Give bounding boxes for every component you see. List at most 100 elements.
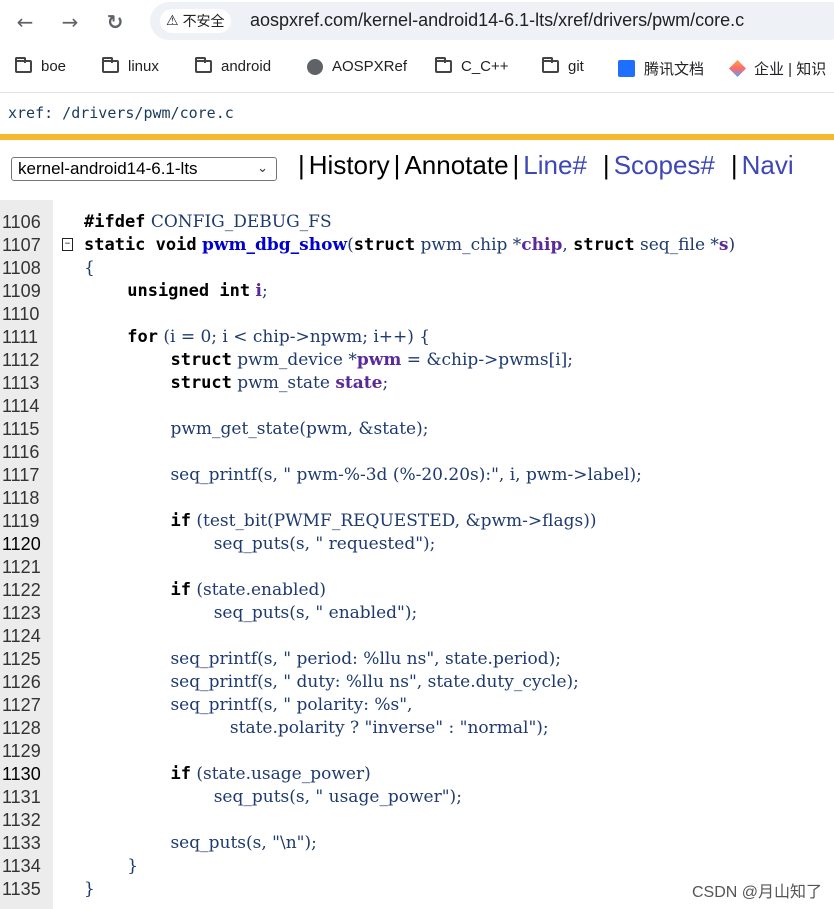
line-number-link[interactable]: 1135	[2, 878, 46, 901]
bookmark-label: git	[568, 58, 584, 75]
bookmark-linux[interactable]: linux	[102, 57, 159, 75]
security-indicator[interactable]: ⚠ 不安全	[160, 9, 231, 33]
line-number-link[interactable]: 1134	[2, 855, 46, 878]
code-text: struct pwm_device *pwm = &chip->pwms[i];	[170, 350, 574, 370]
line-number-link[interactable]: 1111	[2, 326, 46, 349]
history-link[interactable]: History	[309, 150, 390, 180]
code-line: 1114	[0, 395, 834, 418]
code-text: }	[84, 879, 95, 899]
line-number-link[interactable]: 1110	[2, 303, 46, 326]
code-line: 1133 seq_puts(s, "\n");	[0, 832, 834, 855]
back-button[interactable]: ←	[11, 8, 39, 36]
arrow-right-icon: →	[61, 10, 79, 34]
line-number-link[interactable]: 1132	[2, 809, 46, 832]
code-text: struct pwm_state state;	[170, 373, 389, 393]
code-line: 1113 struct pwm_state state;	[0, 372, 834, 395]
code-text: seq_puts(s, " usage_power");	[84, 787, 462, 807]
code-line: 1123 seq_puts(s, " enabled");	[0, 602, 834, 625]
scopes-link[interactable]: Scopes#	[614, 150, 715, 180]
fold-toggle-icon[interactable]: −	[62, 238, 73, 251]
url-text[interactable]: aospxref.com/kernel-android14-6.1-lts/xr…	[250, 10, 744, 31]
line-number-link[interactable]: 1126	[2, 671, 46, 694]
chevron-down-icon: ⌄	[257, 161, 268, 176]
line-number-link[interactable]: 1118	[2, 487, 46, 510]
code-text: state.polarity ? "inverse" : "normal");	[84, 718, 549, 738]
separator: |	[602, 150, 610, 180]
code-text: if (state.usage_power)	[170, 764, 371, 784]
line-number-link[interactable]: 1107	[2, 234, 46, 257]
line-number-link[interactable]: 1114	[2, 395, 46, 418]
xref-breadcrumb: xref: /drivers/pwm/core.c	[8, 104, 234, 122]
line-number-link[interactable]: 1131	[2, 786, 46, 809]
bookmark-git[interactable]: git	[542, 57, 584, 75]
toolbar-links: | History | Annotate | Line# | Scopes# | Navi	[294, 150, 794, 181]
bookmark-boe[interactable]: boe	[15, 57, 66, 75]
bookmark-android[interactable]: android	[195, 57, 272, 75]
separator: |	[393, 150, 401, 180]
bookmark-tencent-docs[interactable]: 腾讯文档	[618, 58, 704, 79]
line-number-link[interactable]: 1113	[2, 372, 46, 395]
code-text: seq_printf(s, " duty: %llu ns", state.du…	[84, 672, 579, 692]
line-number-link[interactable]: 1116	[2, 441, 46, 464]
code-line: 1124	[0, 625, 834, 648]
code-text: if (test_bit(PWMF_REQUESTED, &pwm->flags…	[170, 511, 597, 531]
code-line: 1130 if (state.usage_power)	[0, 763, 834, 786]
code-line: 1115 pwm_get_state(pwm, &state);	[0, 418, 834, 441]
code-text: seq_printf(s, " pwm-%-3d (%-20.20s):", i…	[84, 465, 642, 485]
bookmark-aospxref[interactable]: AOSPXRef	[307, 58, 407, 75]
line-number-link[interactable]: 1106	[2, 211, 46, 234]
folder-icon	[102, 57, 119, 73]
line-number-link[interactable]: 1112	[2, 349, 46, 372]
line-number-link[interactable]: 1133	[2, 832, 46, 855]
code-line: 1127 seq_printf(s, " polarity: %s",	[0, 694, 834, 717]
line-number-link[interactable]: 1124	[2, 625, 46, 648]
line-number-link[interactable]: 1115	[2, 418, 46, 441]
annotate-link[interactable]: Annotate	[404, 150, 508, 180]
line-number-link[interactable]: 1130	[2, 763, 46, 786]
code-line: 1112 struct pwm_device *pwm = &chip->pwm…	[0, 349, 834, 372]
line-number-link[interactable]: 1125	[2, 648, 46, 671]
folder-icon	[15, 57, 32, 73]
bookmark-label: C_C++	[461, 58, 509, 75]
line-number-link[interactable]: 1109	[2, 280, 46, 303]
separator: |	[730, 150, 738, 180]
code-line: 1132	[0, 809, 834, 832]
line-number-link[interactable]: 1129	[2, 740, 46, 763]
bookmark-label: android	[221, 58, 272, 75]
security-label: 不安全	[182, 13, 225, 29]
line-numbers-link[interactable]: Line#	[523, 150, 587, 180]
navigate-link[interactable]: Navi	[742, 150, 794, 180]
code-line: 1121	[0, 556, 834, 579]
line-number-link[interactable]: 1119	[2, 510, 46, 533]
line-number-link[interactable]: 1117	[2, 464, 46, 487]
bookmark-label: linux	[128, 58, 159, 75]
browser-toolbar: ← → ↻ ⚠ 不安全 aospxref.com/kernel-android1…	[0, 0, 834, 44]
bookmark-c-cpp[interactable]: C_C++	[435, 57, 509, 75]
reload-button[interactable]: ↻	[101, 8, 129, 36]
line-number-link[interactable]: 1127	[2, 694, 46, 717]
bookmark-enterprise[interactable]: 企业 | 知识	[729, 58, 826, 79]
forward-button[interactable]: →	[56, 8, 84, 36]
bookmarks-bar: boe linux android AOSPXRef C_C++ git 腾讯文…	[0, 44, 834, 93]
warning-icon: ⚠	[166, 13, 179, 29]
line-number-link[interactable]: 1120	[2, 533, 46, 556]
code-line: 1129	[0, 740, 834, 763]
code-text: seq_printf(s, " period: %llu ns", state.…	[84, 649, 561, 669]
code-line: 1126 seq_printf(s, " duty: %llu ns", sta…	[0, 671, 834, 694]
code-text: #ifdef CONFIG_DEBUG_FS	[84, 212, 332, 232]
project-select[interactable]: kernel-android14-6.1-lts ⌄	[11, 157, 277, 181]
code-line: 1134 }	[0, 855, 834, 878]
code-line: 1116	[0, 441, 834, 464]
line-number-link[interactable]: 1108	[2, 257, 46, 280]
line-number-link[interactable]: 1128	[2, 717, 46, 740]
project-select-value: kernel-android14-6.1-lts	[18, 159, 198, 178]
line-number-link[interactable]: 1121	[2, 556, 46, 579]
code-line: 1131 seq_puts(s, " usage_power");	[0, 786, 834, 809]
reload-icon: ↻	[106, 10, 124, 34]
line-number-link[interactable]: 1122	[2, 579, 46, 602]
line-number-link[interactable]: 1123	[2, 602, 46, 625]
code-line: 1128 state.polarity ? "inverse" : "norma…	[0, 717, 834, 740]
code-text: for (i = 0; i < chip->npwm; i++) {	[127, 327, 431, 347]
tencent-docs-icon	[618, 60, 635, 77]
